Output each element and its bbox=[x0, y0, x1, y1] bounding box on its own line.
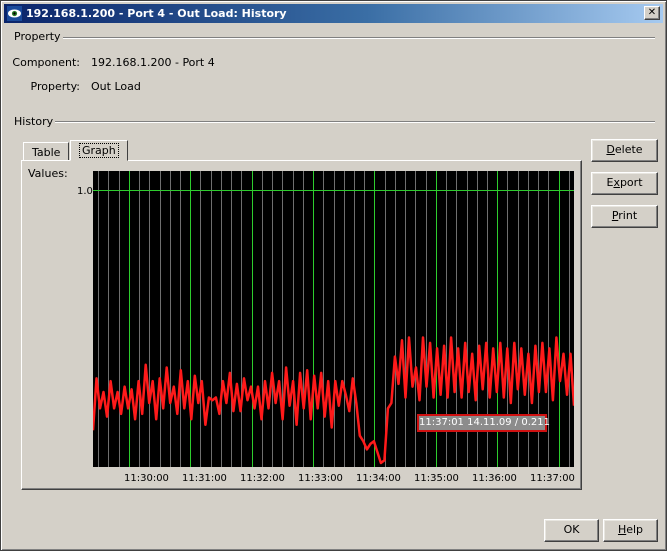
x-tick-label: 11:35:00 bbox=[414, 473, 459, 484]
x-tick-label: 11:36:00 bbox=[472, 473, 517, 484]
x-tick-label: 11:30:00 bbox=[124, 473, 169, 484]
tab-graph[interactable]: Graph bbox=[70, 140, 128, 161]
x-tick-label: 11:32:00 bbox=[240, 473, 285, 484]
history-section-title: History bbox=[14, 115, 54, 128]
title-bar[interactable]: 192.168.1.200 - Port 4 - Out Load: Histo… bbox=[4, 4, 663, 23]
tab-table-label: Table bbox=[32, 146, 61, 159]
ok-button[interactable]: OK bbox=[544, 519, 599, 542]
property-value: Out Load bbox=[91, 80, 141, 93]
property-section-title: Property bbox=[14, 30, 61, 43]
print-button[interactable]: Print bbox=[591, 205, 658, 228]
history-divider bbox=[55, 121, 655, 123]
tab-graph-label: Graph bbox=[79, 143, 119, 158]
tab-table[interactable]: Table bbox=[23, 142, 70, 161]
x-tick-label: 11:37:00 bbox=[530, 473, 575, 484]
y-axis-label: Values: bbox=[28, 167, 68, 180]
component-label: Component: bbox=[12, 56, 80, 69]
help-button[interactable]: Help bbox=[603, 519, 658, 542]
history-dialog: 192.168.1.200 - Port 4 - Out Load: Histo… bbox=[0, 0, 667, 551]
property-label: Property: bbox=[30, 80, 80, 93]
export-button[interactable]: Export bbox=[591, 172, 658, 195]
component-value: 192.168.1.200 - Port 4 bbox=[91, 56, 215, 69]
y-tick-label: 1.0 bbox=[77, 186, 93, 197]
chart-tooltip: 11:37:01 14.11.09 / 0.211 bbox=[417, 414, 550, 432]
series-line bbox=[93, 336, 574, 465]
x-tick-label: 11:31:00 bbox=[182, 473, 227, 484]
window-title: 192.168.1.200 - Port 4 - Out Load: Histo… bbox=[26, 7, 287, 20]
x-tick-label: 11:33:00 bbox=[298, 473, 343, 484]
delete-button[interactable]: Delete bbox=[591, 139, 658, 162]
property-divider bbox=[63, 37, 655, 39]
x-tick-label: 11:34:00 bbox=[356, 473, 401, 484]
close-icon: ✕ bbox=[647, 7, 657, 18]
close-button[interactable]: ✕ bbox=[644, 6, 660, 20]
app-eye-icon bbox=[7, 6, 22, 21]
